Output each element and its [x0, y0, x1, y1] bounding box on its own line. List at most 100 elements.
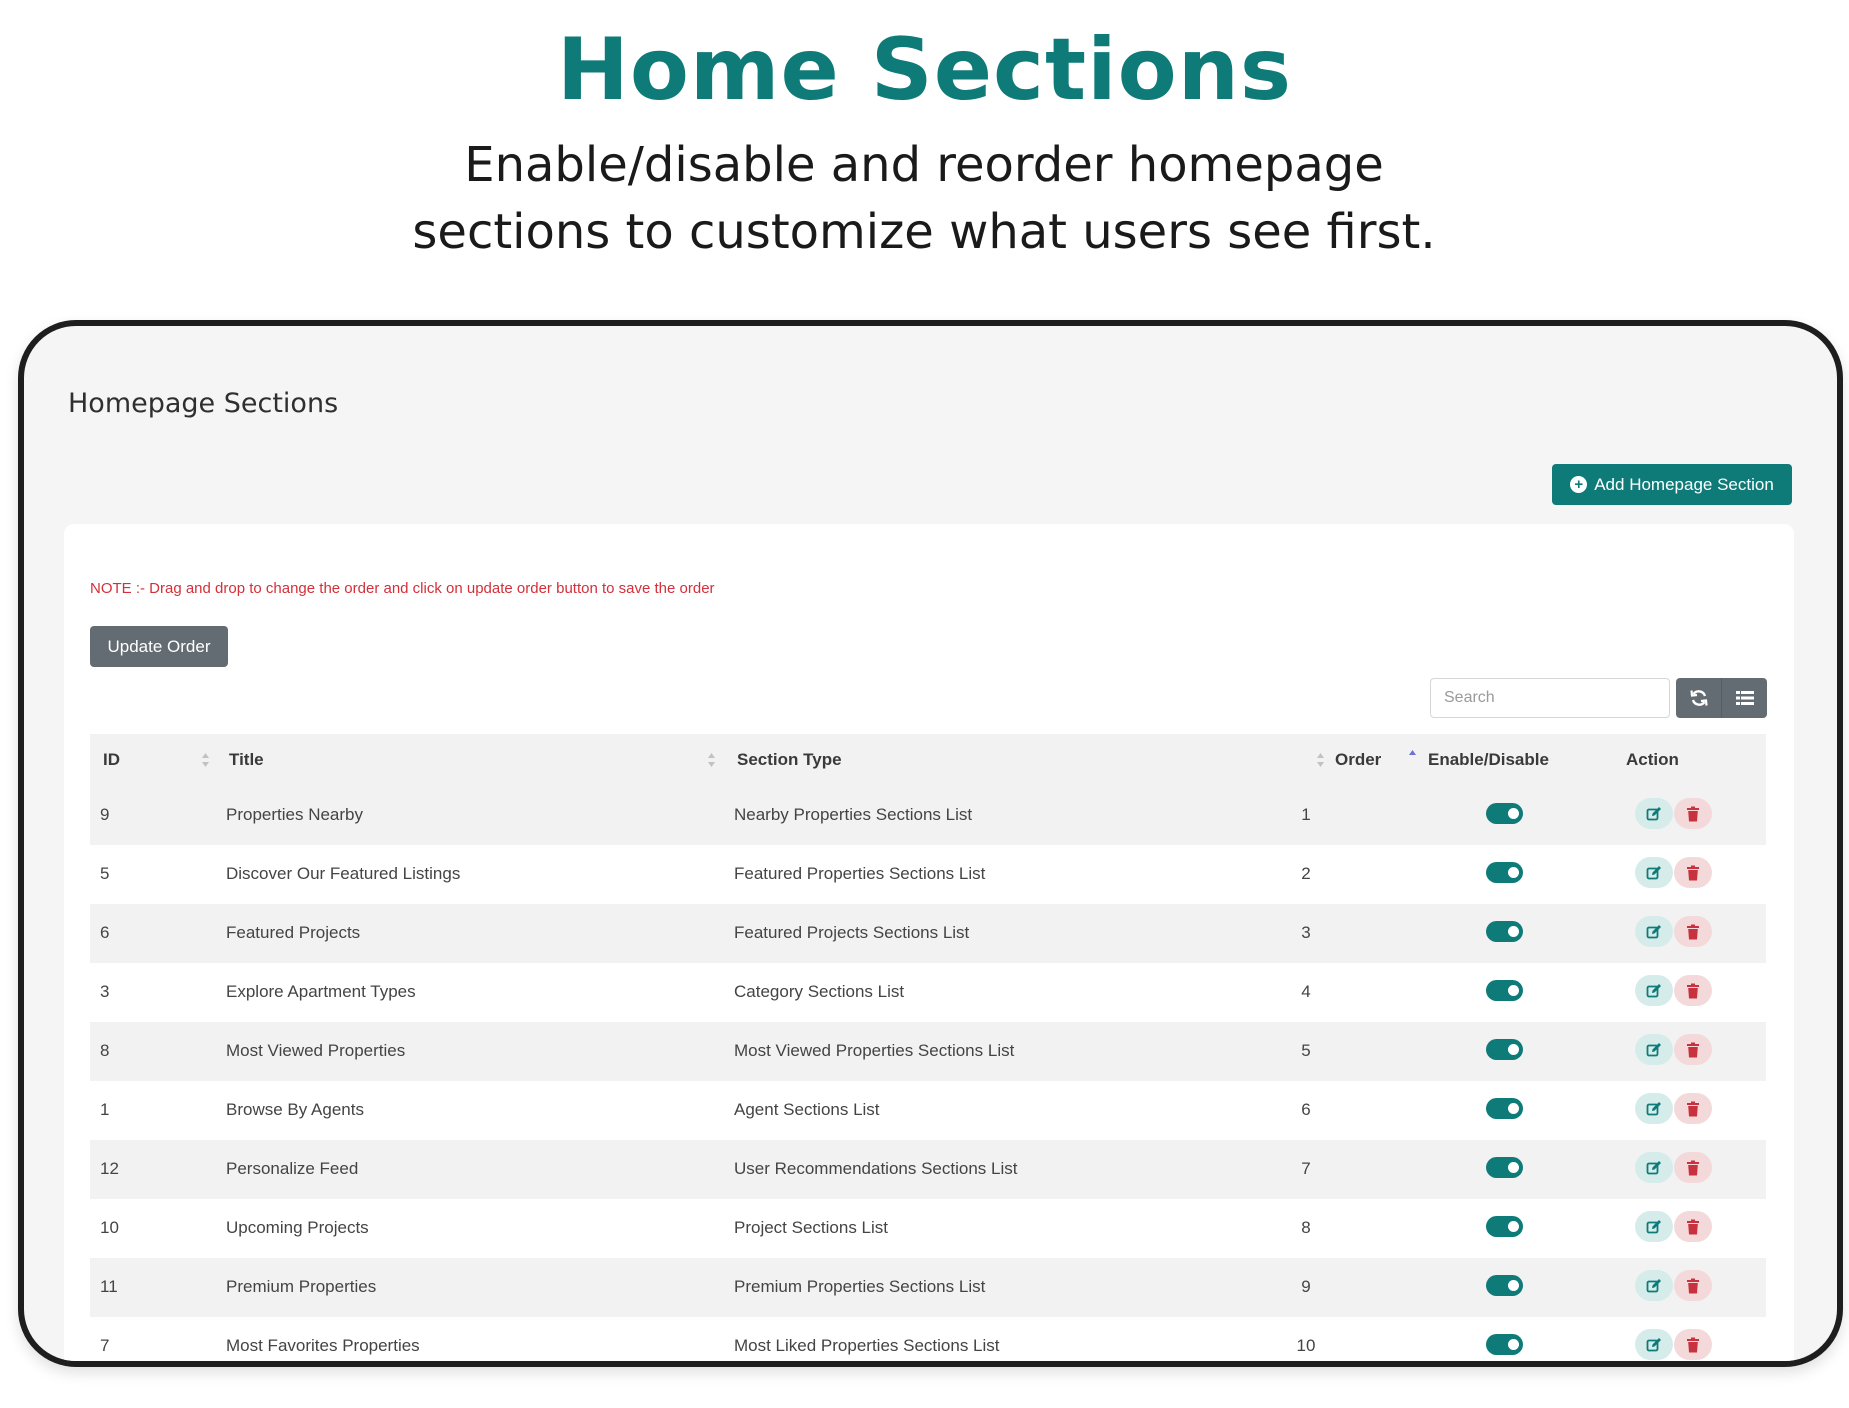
table-row[interactable]: 9 Properties Nearby Nearby Properties Sect… [90, 786, 1766, 845]
edit-button[interactable] [1635, 1152, 1673, 1183]
row-title: Personalize Feed [226, 1159, 359, 1178]
edit-button[interactable] [1635, 916, 1673, 947]
table-row[interactable]: 11 Premium Properties Premium Properties S… [90, 1258, 1766, 1317]
edit-button[interactable] [1635, 1329, 1673, 1360]
delete-button[interactable] [1674, 1270, 1712, 1301]
trash-icon [1687, 1042, 1699, 1057]
row-section-type: Category Sections List [734, 982, 905, 1001]
row-title: Browse By Agents [226, 1100, 364, 1119]
columns-button[interactable] [1721, 678, 1767, 718]
hero-subtitle-line-2: sections to customize what users see fir… [412, 204, 1436, 260]
hero-subtitle-line-1: Enable/disable and reorder homepage [464, 137, 1384, 193]
row-title: Explore Apartment Types [226, 982, 416, 1001]
edit-button[interactable] [1635, 1034, 1673, 1065]
row-title: Featured Projects [226, 923, 361, 942]
table-row[interactable]: 8 Most Viewed Properties Most Viewed Prope… [90, 1022, 1766, 1081]
sort-icon [202, 753, 209, 767]
delete-button[interactable] [1674, 1211, 1712, 1242]
row-section-type: User Recommendations Sections List [734, 1159, 1018, 1178]
delete-button[interactable] [1674, 857, 1712, 888]
table-row[interactable]: 12 Personalize Feed User Recommendations S… [90, 1140, 1766, 1199]
row-section-type: Featured Projects Sections List [734, 923, 970, 942]
delete-button[interactable] [1674, 1152, 1712, 1183]
row-id: 1 [100, 1100, 110, 1119]
table-body: 9 Properties Nearby Nearby Properties Sect… [90, 786, 1766, 1361]
edit-icon [1646, 1337, 1661, 1351]
edit-icon [1646, 983, 1661, 997]
row-id: 8 [100, 1041, 110, 1060]
enable-toggle[interactable] [1486, 1157, 1523, 1178]
trash-icon [1687, 1219, 1699, 1234]
edit-icon [1646, 1219, 1661, 1233]
table-row[interactable]: 6 Featured Projects Featured Projects Sect… [90, 904, 1766, 963]
trash-icon [1687, 865, 1699, 880]
trash-icon [1687, 806, 1699, 821]
hero-title: Home Sections [556, 20, 1293, 120]
delete-button[interactable] [1674, 798, 1712, 829]
row-order: 4 [1301, 982, 1311, 1001]
edit-button[interactable] [1635, 1270, 1673, 1301]
row-section-type: Most Liked Properties Sections List [734, 1336, 1000, 1355]
enable-toggle[interactable] [1486, 1275, 1523, 1296]
delete-button[interactable] [1674, 1034, 1712, 1065]
table-header: ID Title Section Type Order Enable/Disab… [90, 734, 1766, 786]
row-id: 10 [100, 1218, 119, 1237]
edit-button[interactable] [1635, 1211, 1673, 1242]
row-section-type: Agent Sections List [734, 1100, 880, 1119]
enable-toggle[interactable] [1486, 921, 1523, 942]
delete-button[interactable] [1674, 975, 1712, 1006]
row-order: 2 [1301, 864, 1311, 883]
table-toolbar [1676, 678, 1767, 718]
trash-icon [1687, 1278, 1699, 1293]
column-header-order[interactable]: Order [1335, 734, 1381, 786]
column-header-id[interactable]: ID [103, 734, 120, 786]
table-row[interactable]: 7 Most Favorites Properties Most Liked Pro… [90, 1317, 1766, 1361]
enable-toggle[interactable] [1486, 1334, 1523, 1355]
trash-icon [1687, 1337, 1699, 1352]
enable-toggle[interactable] [1486, 1098, 1523, 1119]
row-id: 3 [100, 982, 110, 1001]
row-order: 8 [1301, 1218, 1311, 1237]
table-row[interactable]: 1 Browse By Agents Agent Sections List 6 [90, 1081, 1766, 1140]
edit-button[interactable] [1635, 857, 1673, 888]
table-row[interactable]: 5 Discover Our Featured Listings Featured … [90, 845, 1766, 904]
plus-circle-icon: + [1570, 476, 1588, 493]
row-section-type: Project Sections List [734, 1218, 889, 1237]
enable-toggle[interactable] [1486, 980, 1523, 1001]
edit-button[interactable] [1635, 975, 1673, 1006]
enable-toggle[interactable] [1486, 862, 1523, 883]
sort-icon [708, 753, 715, 767]
row-section-type: Most Viewed Properties Sections List [734, 1041, 1015, 1060]
row-id: 7 [100, 1336, 110, 1355]
delete-button[interactable] [1674, 1093, 1712, 1124]
enable-toggle[interactable] [1486, 1216, 1523, 1237]
trash-icon [1687, 1101, 1699, 1116]
row-order: 10 [1296, 1336, 1316, 1355]
row-id: 9 [100, 805, 110, 824]
refresh-button[interactable] [1676, 678, 1721, 718]
update-order-button[interactable]: Update Order [90, 626, 228, 667]
row-section-type: Nearby Properties Sections List [734, 805, 973, 824]
row-order: 5 [1301, 1041, 1311, 1060]
table-row[interactable]: 3 Explore Apartment Types Category Section… [90, 963, 1766, 1022]
enable-toggle[interactable] [1486, 1039, 1523, 1060]
edit-icon [1646, 865, 1661, 879]
add-homepage-section-button[interactable]: + Add Homepage Section [1552, 464, 1792, 505]
delete-button[interactable] [1674, 1329, 1712, 1360]
search-input[interactable] [1430, 678, 1670, 718]
row-order: 1 [1301, 805, 1311, 824]
trash-icon [1687, 1160, 1699, 1175]
column-header-section-type[interactable]: Section Type [737, 734, 842, 786]
table-row[interactable]: 10 Upcoming Projects Project Sections List… [90, 1199, 1766, 1258]
edit-button[interactable] [1635, 798, 1673, 829]
sections-card: NOTE :- Drag and drop to change the orde… [64, 524, 1794, 1361]
enable-toggle[interactable] [1486, 803, 1523, 824]
list-icon [1735, 691, 1754, 705]
edit-icon [1646, 1101, 1661, 1115]
delete-button[interactable] [1674, 916, 1712, 947]
row-order: 6 [1301, 1100, 1311, 1119]
row-title: Premium Properties [226, 1277, 377, 1296]
edit-button[interactable] [1635, 1093, 1673, 1124]
column-header-title[interactable]: Title [229, 734, 264, 786]
row-id: 11 [100, 1277, 118, 1296]
